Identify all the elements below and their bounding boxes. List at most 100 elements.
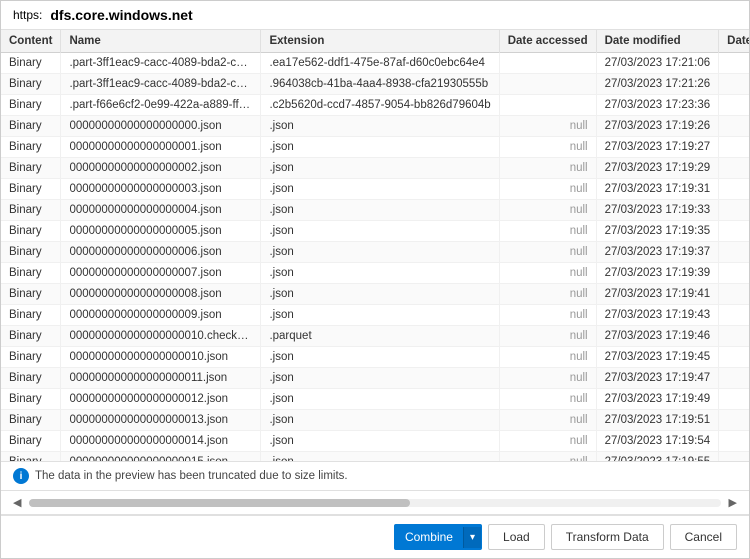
table-row: Binary.part-f66e6cf2-0e99-422a-a889-ffef…	[1, 95, 749, 116]
table-cell: .json	[261, 431, 499, 452]
combine-dropdown-button[interactable]: ▾	[463, 527, 481, 548]
table-cell: 27/03/2023 17:19:46	[596, 326, 719, 347]
scroll-thumb[interactable]	[29, 499, 409, 507]
table-cell: 27/03/2023 17:19:37	[596, 242, 719, 263]
table-cell: null	[499, 452, 596, 463]
table-cell	[719, 179, 749, 200]
table-cell	[719, 158, 749, 179]
table-cell: .json	[261, 137, 499, 158]
table-cell: .part-3ff1eac9-cacc-4089-bda2-ce77da9b36…	[61, 74, 261, 95]
table-cell: .json	[261, 263, 499, 284]
table-cell: .parquet	[261, 326, 499, 347]
table-row: Binary000000000000000000013.json.jsonnul…	[1, 410, 749, 431]
col-header-date-accessed: Date accessed	[499, 30, 596, 53]
scroll-right-arrow[interactable]: ▶	[729, 496, 737, 509]
table-cell: 00000000000000000005.json	[61, 221, 261, 242]
title-bar: https: dfs.core.windows.net	[1, 1, 749, 30]
table-cell: Binary	[1, 368, 61, 389]
table-cell: .json	[261, 410, 499, 431]
combine-button[interactable]: Combine ▾	[394, 524, 482, 550]
table-cell	[719, 410, 749, 431]
table-cell: 27/03/2023 17:19:27	[596, 137, 719, 158]
table-row: Binary000000000000000000010.checkpoint.p…	[1, 326, 749, 347]
table-cell	[719, 326, 749, 347]
table-cell: Binary	[1, 158, 61, 179]
combine-main-button[interactable]: Combine	[395, 525, 463, 549]
table-cell: 00000000000000000008.json	[61, 284, 261, 305]
table-row: Binary00000000000000000002.json.jsonnull…	[1, 158, 749, 179]
table-row: Binary00000000000000000001.json.jsonnull…	[1, 137, 749, 158]
table-cell: 00000000000000000009.json	[61, 305, 261, 326]
table-cell: null	[499, 158, 596, 179]
table-cell: Binary	[1, 389, 61, 410]
table-cell	[719, 368, 749, 389]
table-cell: 27/03/2023 17:19:55	[596, 452, 719, 463]
table-cell: .json	[261, 116, 499, 137]
table-cell: 27/03/2023 17:19:54	[596, 431, 719, 452]
table-cell: 27/03/2023 17:21:06	[596, 53, 719, 74]
cancel-button[interactable]: Cancel	[670, 524, 737, 550]
table-row: Binary00000000000000000000.json.jsonnull…	[1, 116, 749, 137]
info-message: The data in the preview has been truncat…	[35, 470, 348, 482]
table-cell: null	[499, 263, 596, 284]
col-header-date-c: Date c	[719, 30, 749, 53]
table-cell: 00000000000000000002.json	[61, 158, 261, 179]
table-cell: .json	[261, 452, 499, 463]
table-body: Binary.part-3ff1eac9-cacc-4089-bda2-ce77…	[1, 53, 749, 463]
horizontal-scrollbar[interactable]: ◀ ▶	[1, 491, 749, 515]
table-cell: 000000000000000000011.json	[61, 368, 261, 389]
table-cell: 000000000000000000012.json	[61, 389, 261, 410]
transform-data-button[interactable]: Transform Data	[551, 524, 664, 550]
table-cell: .json	[261, 158, 499, 179]
col-header-date-modified: Date modified	[596, 30, 719, 53]
table-cell: 27/03/2023 17:19:47	[596, 368, 719, 389]
table-cell: Binary	[1, 200, 61, 221]
table-row: Binary.part-3ff1eac9-cacc-4089-bda2-ce77…	[1, 74, 749, 95]
table-cell: Binary	[1, 137, 61, 158]
info-icon: i	[13, 468, 29, 484]
table-cell	[499, 53, 596, 74]
table-cell	[719, 284, 749, 305]
table-row: Binary00000000000000000004.json.jsonnull…	[1, 200, 749, 221]
table-cell	[719, 263, 749, 284]
table-cell	[719, 242, 749, 263]
table-cell: Binary	[1, 347, 61, 368]
protocol-text: https:	[13, 8, 42, 22]
table-cell	[719, 431, 749, 452]
table-cell: 00000000000000000003.json	[61, 179, 261, 200]
table-cell	[719, 305, 749, 326]
table-cell: .part-f66e6cf2-0e99-422a-a889-ffefaacaf5…	[61, 95, 261, 116]
table-cell: Binary	[1, 242, 61, 263]
scroll-track[interactable]	[29, 499, 720, 507]
table-cell: .964038cb-41ba-4aa4-8938-cfa21930555b	[261, 74, 499, 95]
table-cell: null	[499, 326, 596, 347]
table-row: Binary000000000000000000015.json.jsonnul…	[1, 452, 749, 463]
load-button[interactable]: Load	[488, 524, 545, 550]
info-bar: i The data in the preview has been trunc…	[1, 462, 749, 491]
table-cell: Binary	[1, 95, 61, 116]
footer: Combine ▾ Load Transform Data Cancel	[1, 515, 749, 558]
table-cell: 00000000000000000004.json	[61, 200, 261, 221]
table-row: Binary000000000000000000012.json.jsonnul…	[1, 389, 749, 410]
table-cell: 000000000000000000010.json	[61, 347, 261, 368]
table-cell: 27/03/2023 17:19:45	[596, 347, 719, 368]
table-cell: Binary	[1, 305, 61, 326]
table-cell: .json	[261, 242, 499, 263]
table-cell: Binary	[1, 263, 61, 284]
table-row: Binary.part-3ff1eac9-cacc-4089-bda2-ce77…	[1, 53, 749, 74]
url-text: dfs.core.windows.net	[50, 7, 192, 23]
table-cell	[719, 116, 749, 137]
table-cell: .json	[261, 347, 499, 368]
table-cell: 27/03/2023 17:19:51	[596, 410, 719, 431]
col-header-name: Name	[61, 30, 261, 53]
table-cell: Binary	[1, 74, 61, 95]
table-cell: null	[499, 242, 596, 263]
table-cell: Binary	[1, 326, 61, 347]
data-table-container: Content Name Extension Date accessed Dat…	[1, 30, 749, 462]
table-cell: 27/03/2023 17:19:31	[596, 179, 719, 200]
table-row: Binary00000000000000000007.json.jsonnull…	[1, 263, 749, 284]
scroll-left-arrow[interactable]: ◀	[13, 496, 21, 509]
table-cell: Binary	[1, 179, 61, 200]
table-row: Binary00000000000000000006.json.jsonnull…	[1, 242, 749, 263]
table-cell: null	[499, 305, 596, 326]
